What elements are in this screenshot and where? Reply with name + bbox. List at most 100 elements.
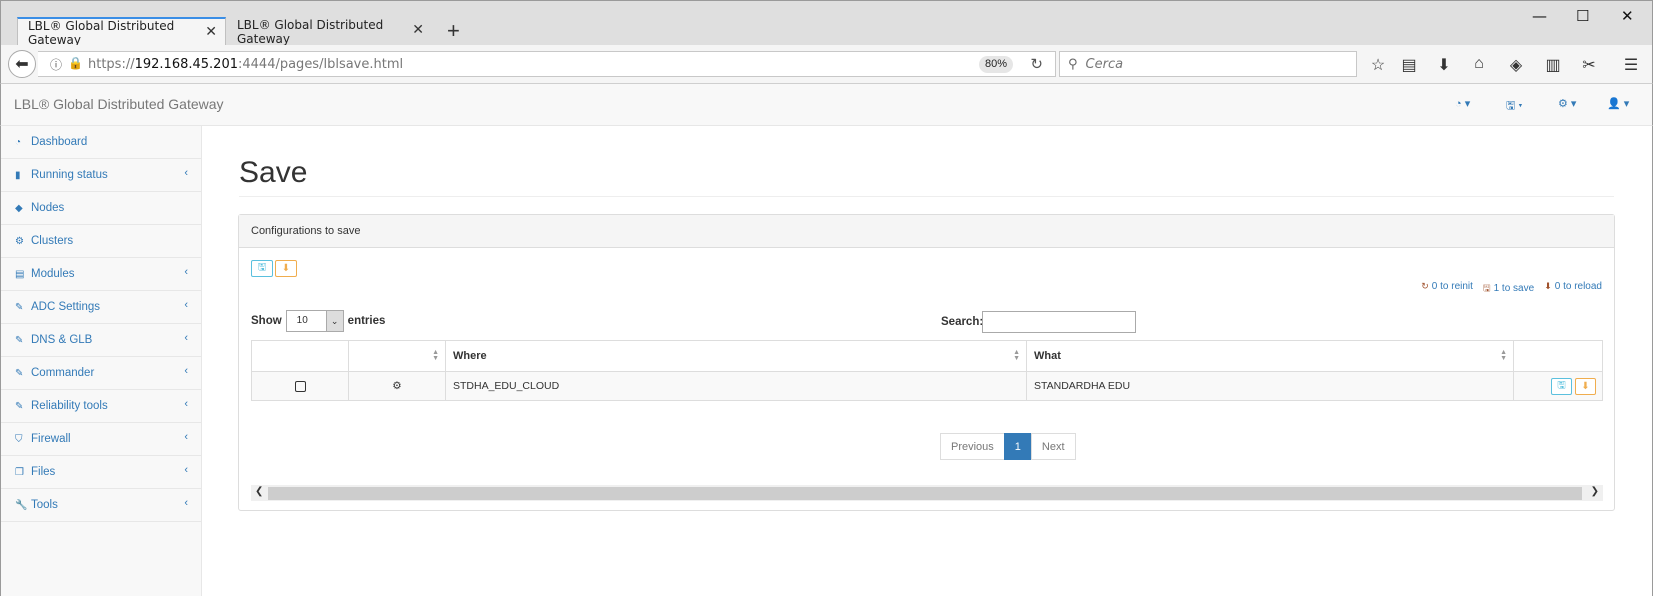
column-header-where[interactable]: Where ▲ ▼ [445, 340, 1027, 372]
user-menu-icon[interactable]: 👤 ▾ [1607, 97, 1629, 110]
row-save-button[interactable]: 🖫 [1551, 378, 1572, 395]
type-cell: ⚙ [348, 371, 446, 401]
column-header-label: Where [453, 350, 487, 362]
tab-close-icon[interactable]: ✕ [205, 24, 217, 40]
screenshot-icon[interactable]: ✂ [1579, 55, 1599, 75]
sidebar-item-nodes[interactable]: ◆ Nodes [1, 192, 201, 225]
dashboard-menu-icon[interactable]: ◔ ▾ [1455, 97, 1470, 110]
save-count[interactable]: 🖫 1 to save [1483, 281, 1534, 297]
files-icon: ❐ [15, 466, 24, 478]
chevron-left-icon: ‹ [184, 398, 188, 410]
sidebar-item-clusters[interactable]: ⚙ Clusters [1, 225, 201, 258]
close-window-icon[interactable]: ✕ [1621, 7, 1634, 25]
save-icon: 🖫 [1482, 283, 1491, 293]
entries-select[interactable]: 10 ⌄ [285, 310, 344, 332]
sidebar-item-label: Firewall [31, 433, 71, 445]
reinit-count[interactable]: ↻ 0 to reinit [1421, 281, 1473, 297]
save-all-button[interactable]: 🖫 [251, 260, 273, 277]
pocket-icon[interactable]: ◈ [1506, 55, 1526, 75]
scroll-right-icon[interactable]: ❯ [1591, 486, 1599, 497]
edit-icon: ✎ [15, 367, 24, 379]
info-icon[interactable]: ⓘ [50, 56, 62, 73]
column-header-type[interactable]: ▲ ▼ [348, 340, 446, 372]
back-button[interactable]: ⬅ [8, 50, 36, 78]
sidebar-item-adc-settings[interactable]: ✎ ADC Settings ‹ [1, 291, 201, 324]
url-path: :4444/pages/lblsave.html [238, 56, 404, 72]
row-checkbox[interactable] [294, 380, 306, 392]
bookmarks-library-icon[interactable]: ▤ [1399, 55, 1419, 75]
url-text[interactable]: https://192.168.45.201:4444/pages/lblsav… [88, 57, 403, 72]
where-cell: STDHA_EDU_CLOUD [445, 371, 1027, 401]
pagination-previous[interactable]: Previous [940, 433, 1005, 460]
sidebar: ◔ Dashboard ▮ Running status ‹ ◆ Nodes ⚙… [0, 126, 202, 596]
dashboard-icon: ◔ [15, 136, 22, 148]
chevron-left-icon: ‹ [184, 299, 188, 311]
edit-icon: ✎ [15, 400, 24, 412]
chevron-left-icon: ‹ [184, 167, 188, 179]
browser-search-input[interactable]: ⚲ Cerca [1059, 51, 1357, 77]
cogs-icon: ⚙ [15, 235, 24, 247]
scroll-left-icon[interactable]: ❮ [255, 486, 263, 497]
sidebar-item-running-status[interactable]: ▮ Running status ‹ [1, 159, 201, 192]
sidebar-item-label: Tools [31, 499, 58, 511]
sidebar-item-label: Modules [31, 268, 75, 280]
table-search-input[interactable] [982, 311, 1136, 333]
sidebar-item-modules[interactable]: ▤ Modules ‹ [1, 258, 201, 291]
zoom-indicator[interactable]: 80% [978, 56, 1013, 73]
sidebar-item-reliability-tools[interactable]: ✎ Reliability tools ‹ [1, 390, 201, 423]
pagination-page-1[interactable]: 1 [1003, 433, 1032, 460]
sidebar-item-dashboard[interactable]: ◔ Dashboard [1, 126, 201, 159]
chevron-left-icon: ‹ [184, 431, 188, 443]
home-icon[interactable]: ⌂ [1469, 55, 1489, 73]
refresh-icon: ↻ [1421, 281, 1429, 291]
download-all-button[interactable]: ⬇ [275, 260, 297, 277]
sort-icon: ▲ ▼ [432, 349, 439, 362]
column-header-what[interactable]: What ▲ ▼ [1026, 340, 1514, 372]
title-divider [239, 196, 1614, 197]
shield-icon: ⛉ [15, 433, 23, 445]
browser-tab[interactable]: LBL® Global Distributed Gateway ✕ [227, 17, 432, 46]
download-icon[interactable]: ⬇ [1434, 55, 1454, 75]
sidebar-item-files[interactable]: ❐ Files ‹ [1, 456, 201, 489]
minimize-window-icon[interactable]: — [1532, 7, 1547, 25]
app-brand[interactable]: LBL® Global Distributed Gateway [14, 96, 224, 112]
sidebar-item-label: DNS & GLB [31, 334, 93, 346]
reinit-count-label: 0 to reinit [1431, 281, 1473, 292]
reload-count[interactable]: ⬇ 0 to reload [1544, 281, 1602, 297]
sidebar-item-label: Nodes [31, 202, 65, 214]
horizontal-scrollbar[interactable]: ❮ ❯ [251, 485, 1603, 501]
sidebar-item-commander[interactable]: ✎ Commander ‹ [1, 357, 201, 390]
tab-close-icon[interactable]: ✕ [412, 22, 424, 38]
table-header-row: ▲ ▼ Where ▲ ▼ What ▲ ▼ [251, 340, 1603, 372]
maximize-window-icon[interactable]: ☐ [1576, 7, 1589, 25]
entries-value: 10 [296, 315, 308, 326]
what-cell: STANDARDHA EDU [1026, 371, 1514, 401]
settings-menu-icon[interactable]: ⚙ ▾ [1558, 97, 1576, 110]
browser-tab-active[interactable]: LBL® Global Distributed Gateway ✕ [17, 17, 226, 47]
chevron-left-icon: ‹ [184, 365, 188, 377]
chevron-left-icon: ‹ [184, 266, 188, 278]
save-menu-icon[interactable]: 🖫 ▾ [1506, 97, 1523, 116]
download-icon: ⬇ [281, 263, 291, 274]
sort-icon: ▲ ▼ [1013, 349, 1020, 362]
sidebar-item-tools[interactable]: 🔧 Tools ‹ [1, 489, 201, 522]
url-scheme: https:// [88, 56, 135, 72]
scrollbar-thumb[interactable] [268, 487, 1582, 500]
sidebar-item-label: Reliability tools [31, 400, 108, 412]
sidebar-item-label: Files [31, 466, 56, 478]
reader-icon[interactable]: ▥ [1543, 55, 1563, 75]
status-counts: ↻ 0 to reinit 🖫 1 to save ⬇ 0 to reload [1421, 281, 1602, 297]
sidebar-item-firewall[interactable]: ⛉ Firewall ‹ [1, 423, 201, 456]
sidebar-item-dns-glb[interactable]: ✎ DNS & GLB ‹ [1, 324, 201, 357]
row-download-button[interactable]: ⬇ [1575, 378, 1596, 395]
entries-label: entries [347, 315, 386, 327]
new-tab-button[interactable]: + [447, 20, 460, 42]
insecure-lock-icon[interactable]: 🔒 [68, 56, 83, 73]
sidebar-item-label: Commander [31, 367, 95, 379]
menu-icon[interactable]: ☰ [1621, 55, 1641, 75]
url-bar[interactable]: ⓘ 🔒 https://192.168.45.201:4444/pages/lb… [38, 51, 1056, 77]
save-icon: 🖫 [1557, 380, 1566, 391]
reload-icon[interactable]: ↻ [1030, 55, 1043, 73]
pagination-next[interactable]: Next [1030, 433, 1076, 460]
bookmark-star-icon[interactable]: ☆ [1368, 55, 1388, 75]
